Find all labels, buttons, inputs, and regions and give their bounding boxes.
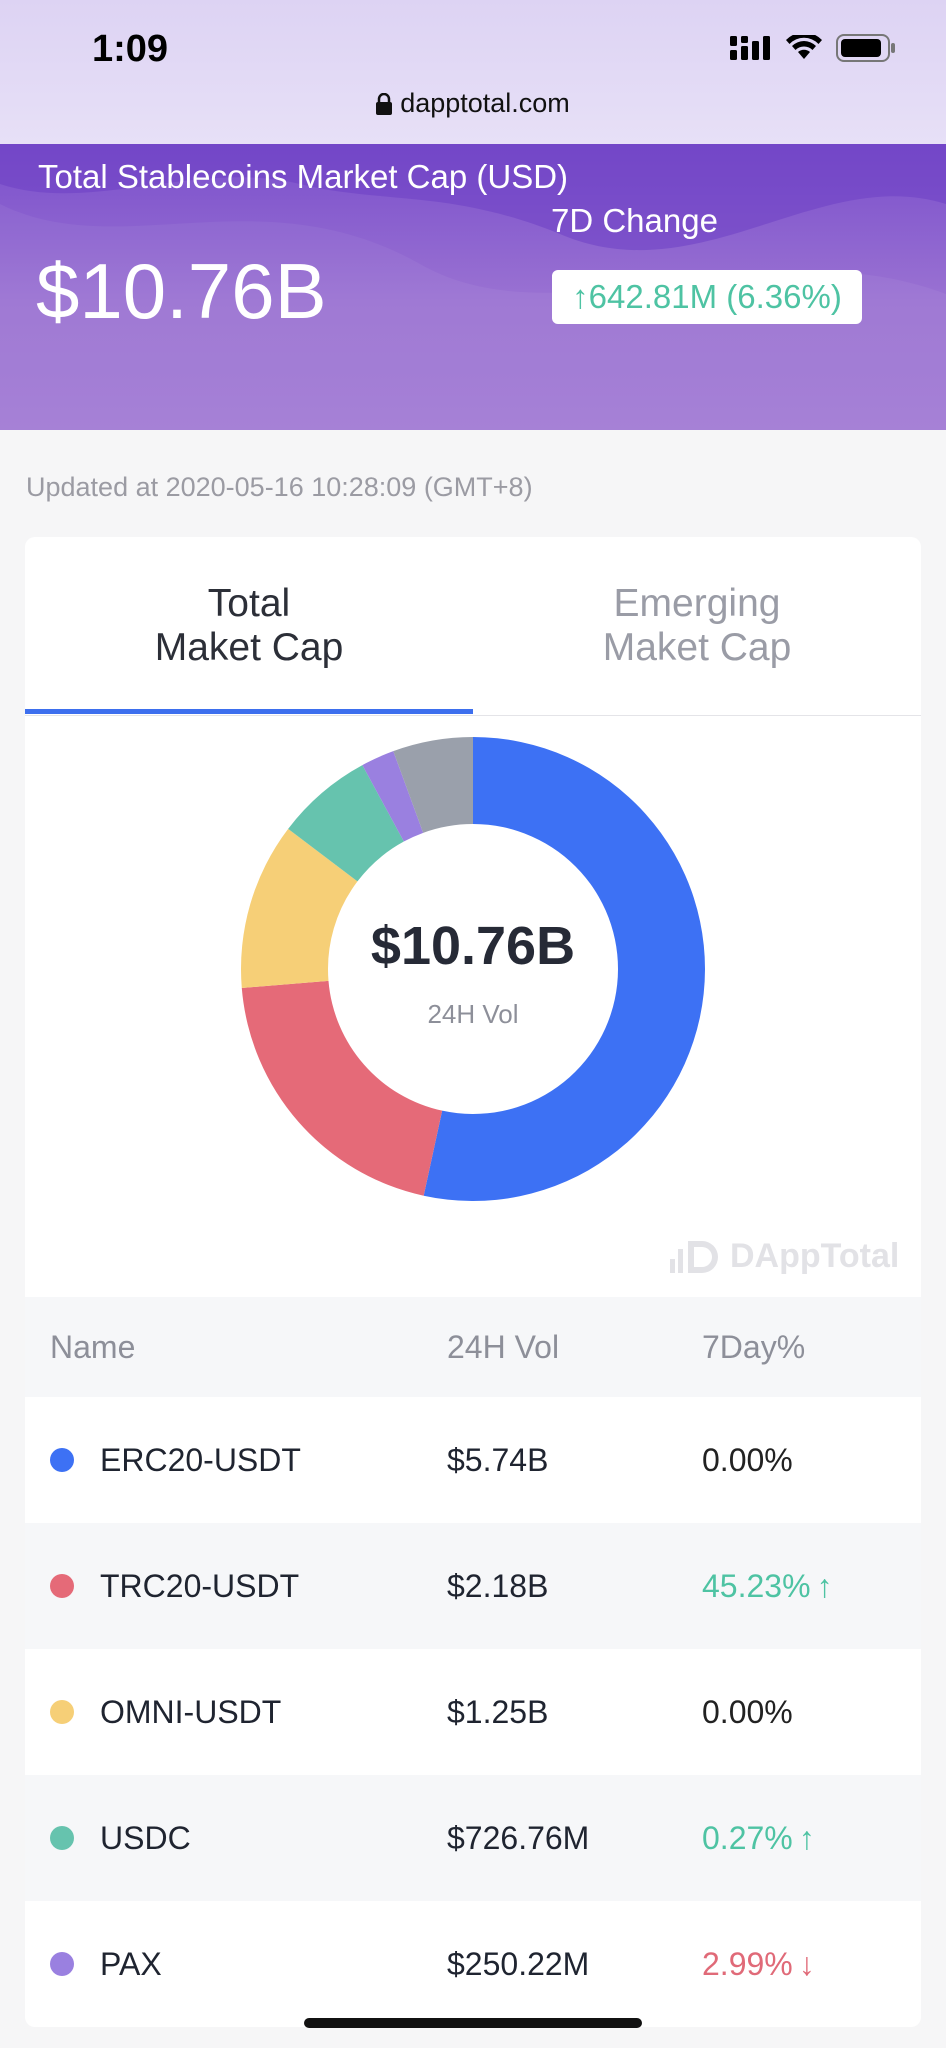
table-body: ERC20-USDT $5.74B 0.00% TRC20-USDT $2.18B 45.…	[25, 1397, 921, 2027]
row-7day-pct: 0.27% ↑	[702, 1775, 815, 1901]
stablecoin-table: Name 24H Vol 7Day% ERC20-USDT $5.74B 0.00%…	[25, 1297, 921, 2027]
updated-timestamp: Updated at 2020-05-16 10:28:09 (GMT+8)	[26, 472, 533, 502]
status-bar: 1:09 dapptotal.com	[0, 0, 946, 144]
row-7day-pct: 0.00%	[702, 1649, 793, 1775]
tab-label-line1: Total	[207, 582, 291, 625]
lock-icon	[376, 93, 393, 115]
pct-value: 0.00%	[702, 1441, 793, 1478]
pct-value: 45.23%	[702, 1567, 811, 1604]
header-24h-vol[interactable]: 24H Vol	[447, 1297, 559, 1397]
table-row[interactable]: USDC $726.76M 0.27% ↑	[25, 1775, 921, 1901]
row-24h-vol: $726.76M	[447, 1819, 590, 1856]
donut-center-value: $10.76B	[370, 916, 576, 976]
tab-label-line2: Maket Cap	[154, 626, 344, 669]
row-24h-vol: $2.18B	[447, 1567, 549, 1604]
row-24h-vol: $5.74B	[447, 1441, 549, 1478]
tab-bar: Total Maket Cap Emerging Maket Cap	[25, 537, 921, 716]
pct-value: 0.00%	[702, 1693, 793, 1730]
row-name: ERC20-USDT	[100, 1441, 301, 1478]
change-label: 7D Change	[551, 202, 718, 239]
tab-label-line1: Emerging	[613, 582, 781, 625]
clock: 1:09	[92, 28, 169, 70]
header-name[interactable]: Name	[50, 1297, 135, 1397]
home-indicator[interactable]	[304, 2018, 642, 2028]
row-name: TRC20-USDT	[100, 1567, 300, 1604]
donut-center-label: 24H Vol	[427, 999, 519, 1029]
row-7day-pct: 2.99% ↓	[702, 1901, 815, 2027]
change-badge: ↑ 642.81M (6.36%)	[552, 270, 862, 324]
row-name: PAX	[100, 1945, 162, 1982]
up-arrow-icon: ↑	[798, 1819, 815, 1856]
status-icons	[730, 34, 896, 62]
battery-icon	[836, 34, 895, 62]
url-text: dapptotal.com	[400, 88, 570, 118]
market-cap-banner: Total Stablecoins Market Cap (USD) $10.7…	[0, 144, 946, 430]
total-market-cap-value: $10.76B	[36, 247, 327, 335]
row-24h-vol: $250.22M	[447, 1945, 590, 1982]
legend-dot-icon	[50, 1448, 74, 1472]
legend-dot-icon	[50, 1700, 74, 1724]
table-row[interactable]: PAX $250.22M 2.99% ↓	[25, 1901, 921, 2027]
table-row[interactable]: TRC20-USDT $2.18B 45.23% ↑	[25, 1523, 921, 1649]
active-tab-indicator	[25, 709, 473, 714]
change-value: 642.81M (6.36%)	[588, 278, 842, 315]
row-name-cell: USDC	[50, 1775, 191, 1901]
row-name-cell: PAX	[50, 1901, 162, 2027]
row-name: OMNI-USDT	[100, 1693, 282, 1730]
wifi-icon	[786, 35, 822, 59]
up-arrow-icon: ↑	[816, 1567, 833, 1604]
tab-label-line2: Maket Cap	[602, 626, 792, 669]
dapptotal-watermark: DAppTotal	[668, 1237, 899, 1276]
table-row[interactable]: OMNI-USDT $1.25B 0.00%	[25, 1649, 921, 1775]
table-row[interactable]: ERC20-USDT $5.74B 0.00%	[25, 1397, 921, 1523]
market-cap-card: Total Maket Cap Emerging Maket Cap $10.7…	[25, 537, 921, 2027]
up-arrow-icon: ↑	[572, 278, 589, 315]
row-24h-vol: $1.25B	[447, 1693, 549, 1730]
dapptotal-logo-icon	[670, 1240, 718, 1273]
tab-total-market-cap[interactable]: Total Maket Cap	[25, 537, 473, 715]
row-name-cell: TRC20-USDT	[50, 1523, 299, 1649]
row-name-cell: OMNI-USDT	[50, 1649, 281, 1775]
table-header: Name 24H Vol 7Day%	[25, 1297, 921, 1397]
row-7day-pct: 0.00%	[702, 1397, 793, 1523]
cellular-signal-icon	[730, 36, 770, 60]
row-name-cell: ERC20-USDT	[50, 1397, 301, 1523]
pct-value: 2.99%	[702, 1945, 793, 1982]
down-arrow-icon: ↓	[798, 1945, 815, 1982]
header-7day-pct[interactable]: 7Day%	[702, 1297, 805, 1397]
address-bar[interactable]: dapptotal.com	[0, 88, 946, 119]
pct-value: 0.27%	[702, 1819, 793, 1856]
banner-title: Total Stablecoins Market Cap (USD)	[38, 158, 569, 195]
legend-dot-icon	[50, 1952, 74, 1976]
row-name: USDC	[100, 1819, 191, 1856]
legend-dot-icon	[50, 1574, 74, 1598]
legend-dot-icon	[50, 1826, 74, 1850]
tab-emerging-market-cap[interactable]: Emerging Maket Cap	[473, 537, 921, 715]
row-7day-pct: 45.23% ↑	[702, 1523, 833, 1649]
watermark-text: DAppTotal	[730, 1237, 900, 1275]
